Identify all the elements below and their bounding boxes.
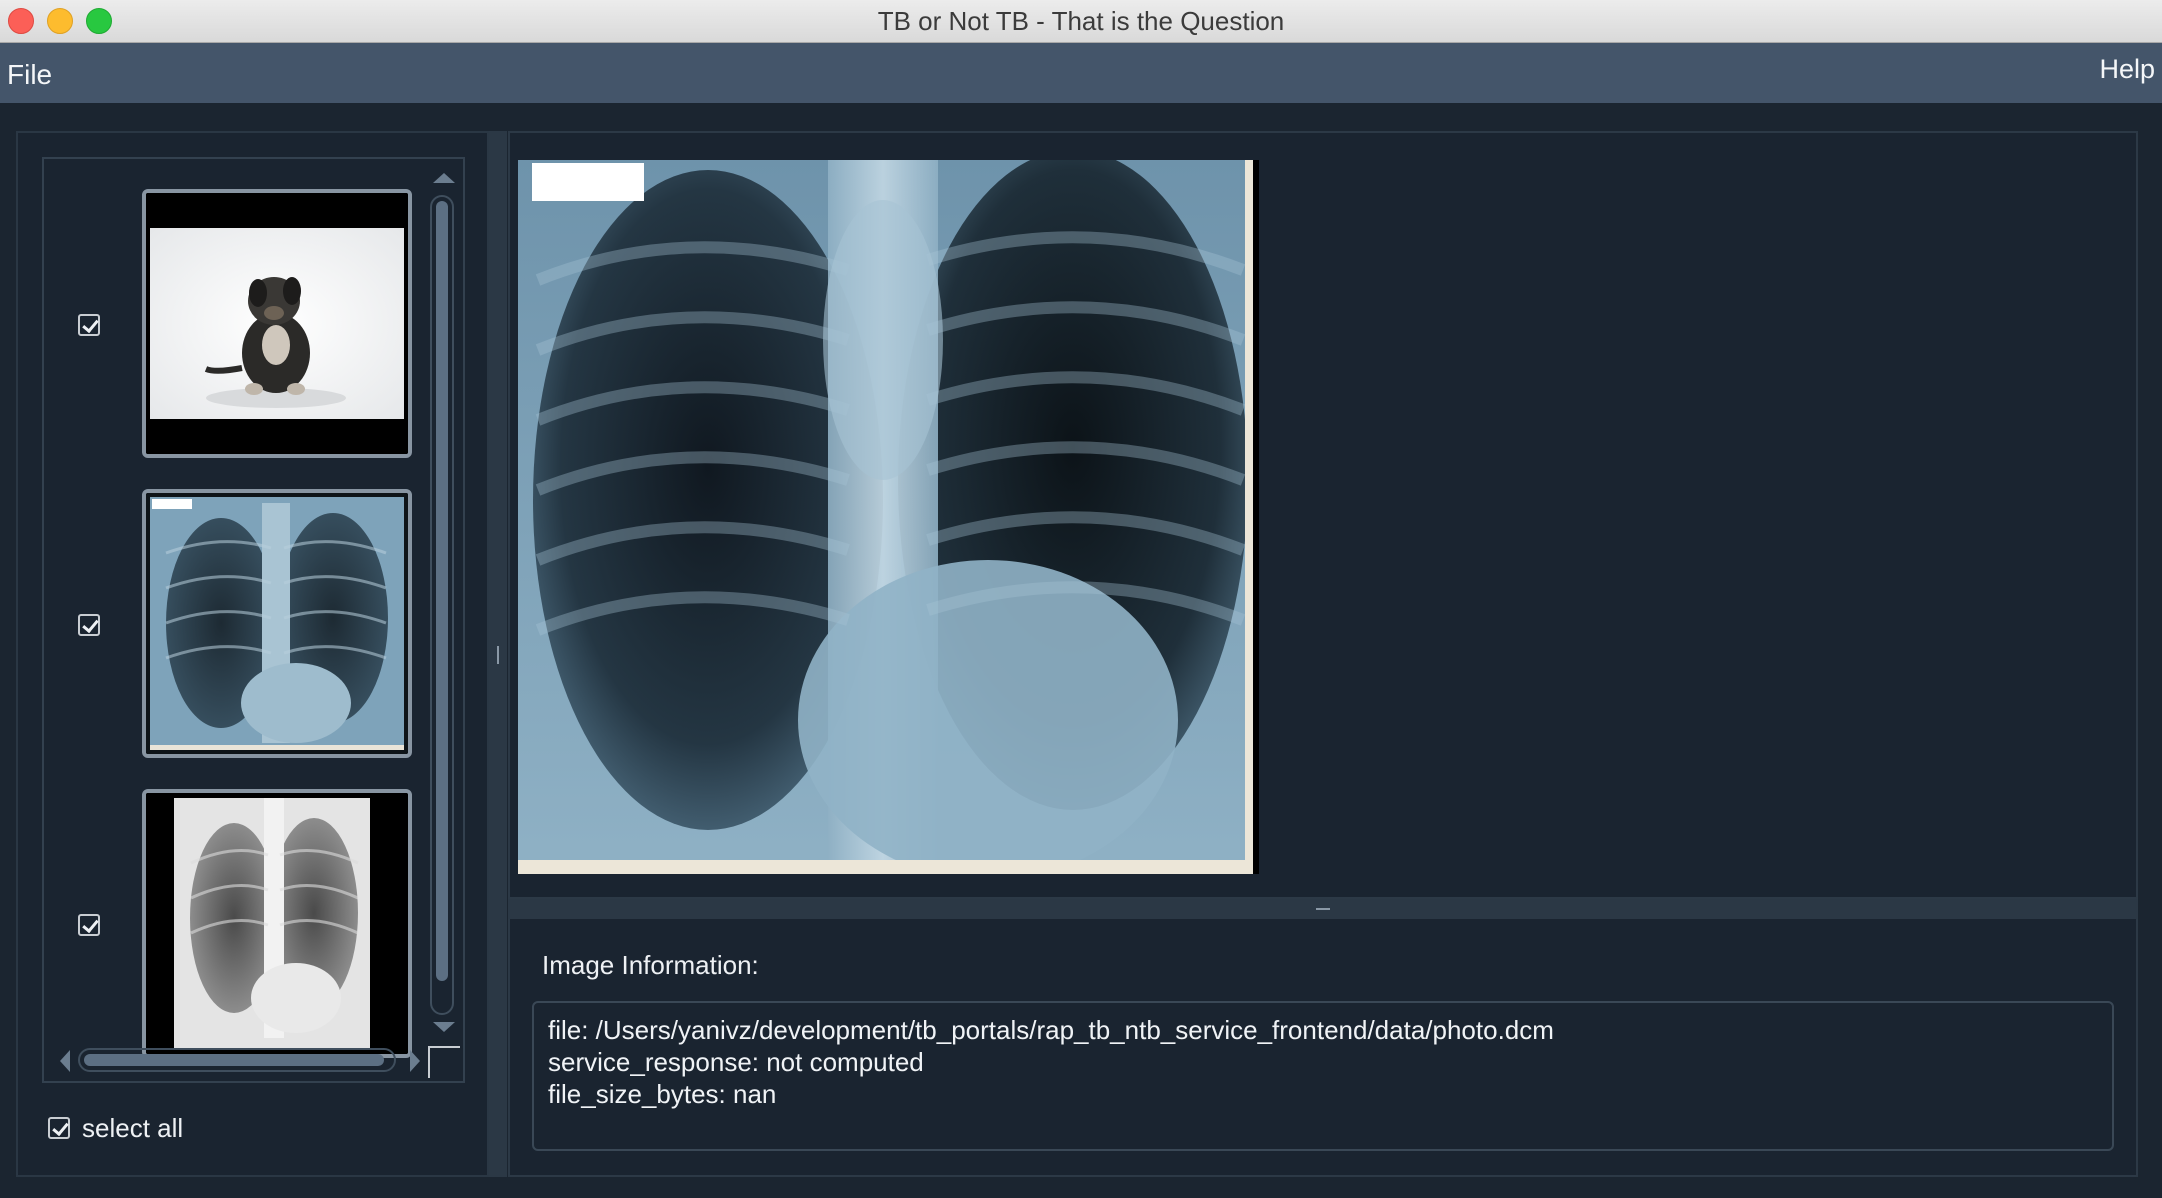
list-item (44, 459, 424, 759)
scroll-down-arrow[interactable] (433, 1022, 455, 1032)
xray-thumbnail-blue (146, 493, 408, 754)
splitter-handle[interactable] (497, 646, 499, 664)
xray-thumbnail-grayscale (146, 793, 408, 1054)
horizontal-splitter[interactable] (508, 899, 2138, 919)
thumbnail-image-2[interactable] (142, 489, 412, 758)
title-bar: TB or Not TB - That is the Question (0, 0, 2162, 43)
select-all-checkbox[interactable] (48, 1117, 70, 1139)
window-title: TB or Not TB - That is the Question (877, 6, 1285, 36)
horizontal-scrollbar[interactable] (78, 1048, 396, 1072)
list-item (44, 759, 424, 1059)
scroll-right-arrow[interactable] (410, 1050, 420, 1072)
thumbnail-checkbox-1[interactable] (78, 314, 100, 336)
list-item (44, 159, 424, 459)
menu-help[interactable]: Help (2099, 54, 2155, 85)
scroll-corner (428, 1046, 460, 1078)
scroll-left-arrow[interactable] (60, 1050, 70, 1072)
select-all-label[interactable]: select all (82, 1113, 183, 1144)
menu-file[interactable]: File (7, 59, 52, 91)
vertical-splitter[interactable] (489, 131, 507, 1177)
thumbnail-list[interactable] (42, 157, 465, 1083)
splitter-handle[interactable] (1316, 908, 1330, 910)
info-line-service-response: service_response: not computed (548, 1047, 924, 1077)
thumbnail-image-3[interactable] (142, 789, 412, 1058)
thumbnail-checkbox-2[interactable] (78, 614, 100, 636)
horizontal-scrollbar-thumb[interactable] (84, 1054, 384, 1066)
vertical-scrollbar-thumb[interactable] (436, 201, 448, 981)
thumbnail-image-1[interactable] (142, 189, 412, 458)
thumbnail-checkbox-3[interactable] (78, 914, 100, 936)
dog-photo (146, 193, 408, 454)
vertical-scrollbar[interactable] (430, 195, 454, 1015)
image-info-title: Image Information: (542, 950, 759, 980)
info-line-file: file: /Users/yanivz/development/tb_porta… (548, 1015, 1554, 1045)
info-line-file-size: file_size_bytes: nan (548, 1079, 777, 1109)
main-xray-image[interactable] (518, 160, 1259, 874)
menu-bar: File Help (0, 43, 2162, 103)
image-info-textbox[interactable]: file: /Users/yanivz/development/tb_porta… (532, 1001, 2114, 1151)
scroll-up-arrow[interactable] (433, 173, 455, 183)
xray-image (518, 160, 1259, 874)
